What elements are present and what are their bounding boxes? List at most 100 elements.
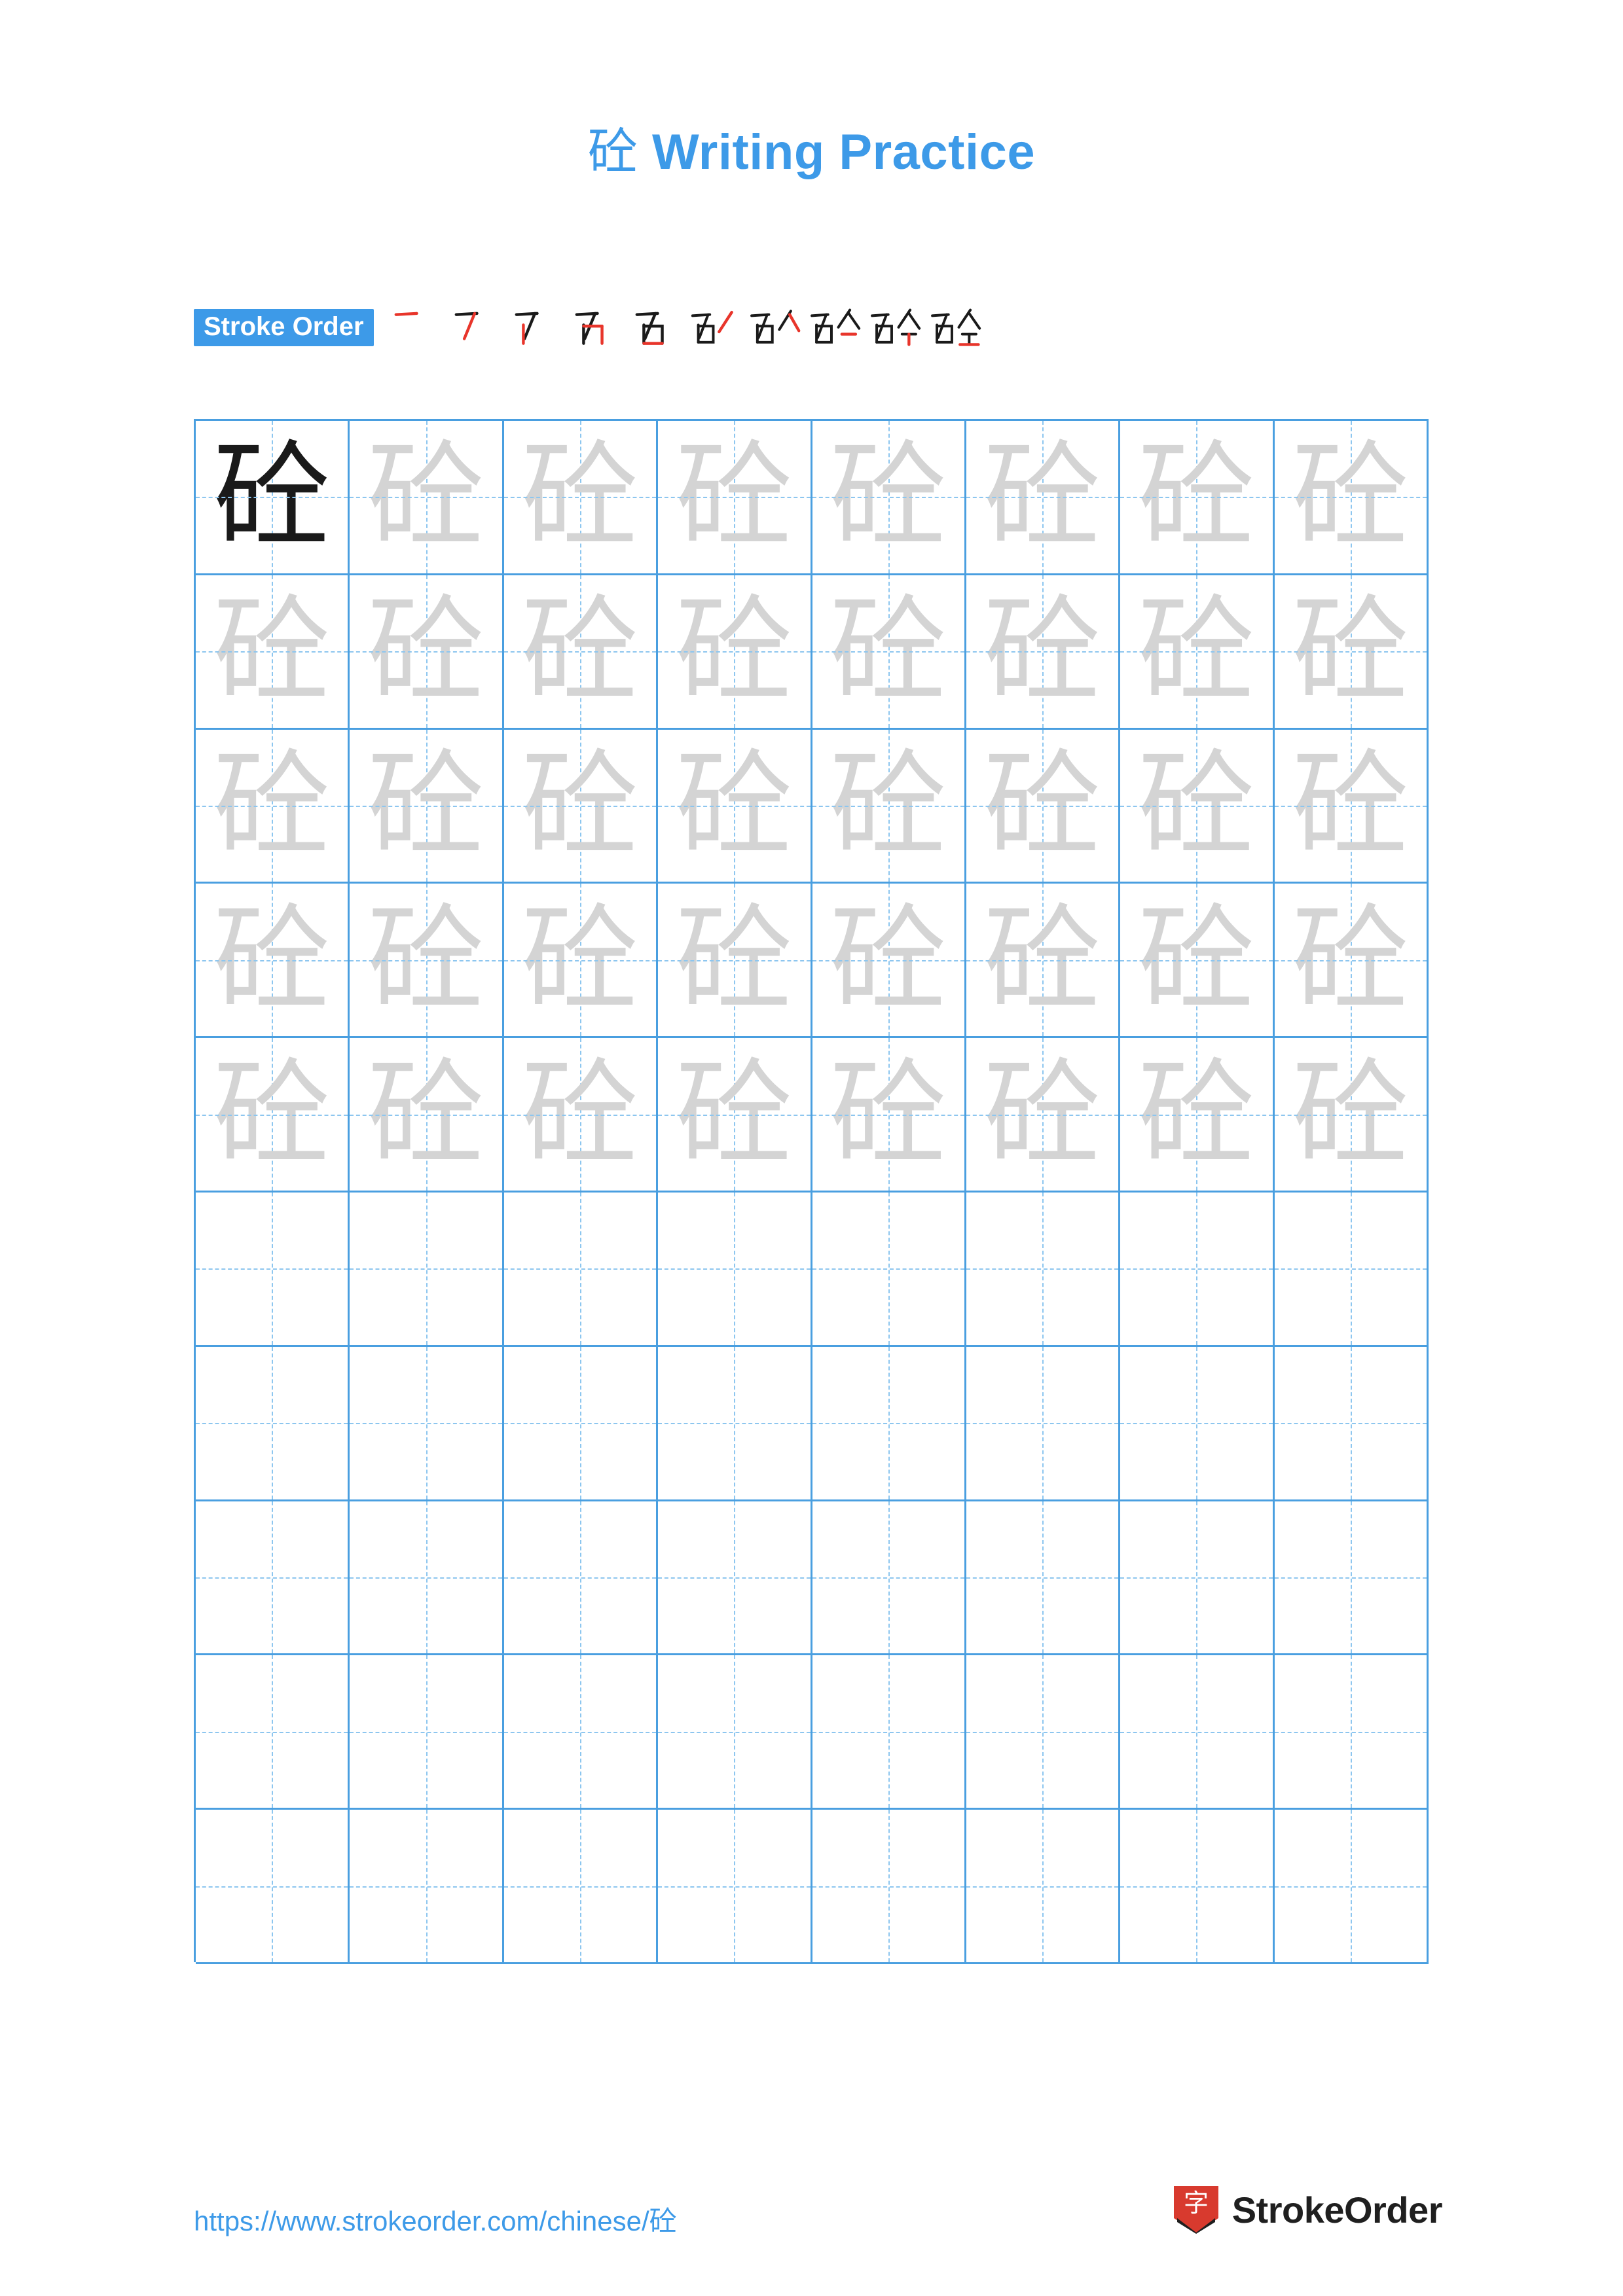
- grid-cell[interactable]: [966, 1655, 1121, 1810]
- grid-cell[interactable]: 砼: [966, 884, 1121, 1039]
- grid-cell[interactable]: 砼: [812, 884, 966, 1039]
- grid-row: 砼 砼 砼 砼 砼 砼 砼 砼: [196, 575, 1429, 730]
- grid-cell[interactable]: 砼: [503, 575, 659, 730]
- grid-cell[interactable]: 砼: [812, 421, 966, 575]
- cell-glyph: 砼: [1138, 891, 1255, 1028]
- grid-cell[interactable]: [1274, 1501, 1429, 1656]
- grid-cell[interactable]: 砼: [1120, 575, 1275, 730]
- grid-cell[interactable]: [658, 1192, 812, 1347]
- cell-glyph: 砼: [367, 1046, 484, 1182]
- grid-cell[interactable]: 砼: [503, 1038, 659, 1193]
- grid-cell[interactable]: 砼: [658, 575, 812, 730]
- grid-cell[interactable]: [812, 1810, 966, 1964]
- grid-cell[interactable]: [503, 1810, 659, 1964]
- grid-cell[interactable]: [350, 1346, 504, 1501]
- grid-cell[interactable]: 砼: [1274, 884, 1429, 1039]
- cell-glyph: 砼: [213, 1046, 331, 1182]
- cell-glyph: 砼: [1138, 583, 1255, 719]
- grid-cell[interactable]: [966, 1346, 1121, 1501]
- grid-cell[interactable]: [1274, 1346, 1429, 1501]
- grid-cell[interactable]: 砼: [196, 729, 350, 884]
- grid-cell[interactable]: 砼: [658, 421, 812, 575]
- grid-cell[interactable]: [196, 1501, 350, 1656]
- grid-cell[interactable]: 砼: [196, 884, 350, 1039]
- brand-logo-group[interactable]: 字 StrokeOrder: [1172, 2183, 1443, 2236]
- cell-glyph: 砼: [984, 583, 1101, 719]
- grid-cell[interactable]: 砼: [1274, 1038, 1429, 1193]
- grid-cell[interactable]: [350, 1655, 504, 1810]
- grid-cell[interactable]: [1274, 1192, 1429, 1347]
- grid-cell[interactable]: 砼: [658, 1038, 812, 1193]
- grid-cell[interactable]: 砼: [812, 575, 966, 730]
- cell-glyph: 砼: [367, 891, 484, 1028]
- grid-cell[interactable]: [966, 1501, 1121, 1656]
- cell-glyph: 砼: [984, 891, 1101, 1028]
- grid-cell[interactable]: [503, 1346, 659, 1501]
- cell-glyph: 砼: [521, 891, 638, 1028]
- grid-cell[interactable]: 砼: [350, 1038, 504, 1193]
- stroke-step-6-icon: [691, 310, 733, 344]
- grid-cell[interactable]: 砼: [966, 575, 1121, 730]
- grid-cell[interactable]: 砼: [196, 421, 350, 575]
- grid-row: [196, 1655, 1429, 1810]
- grid-cell[interactable]: [503, 1501, 659, 1656]
- grid-cell[interactable]: 砼: [350, 729, 504, 884]
- grid-cell[interactable]: [1274, 1655, 1429, 1810]
- footer-url[interactable]: https://www.strokeorder.com/chinese/砼: [194, 2199, 677, 2239]
- grid-cell[interactable]: [196, 1192, 350, 1347]
- cell-glyph: 砼: [830, 429, 947, 565]
- grid-row: [196, 1346, 1429, 1501]
- grid-cell[interactable]: 砼: [1274, 575, 1429, 730]
- stroke-step-5-icon: [635, 312, 664, 345]
- grid-cell[interactable]: [1120, 1810, 1275, 1964]
- grid-cell[interactable]: [196, 1655, 350, 1810]
- grid-cell[interactable]: [658, 1346, 812, 1501]
- grid-cell[interactable]: 砼: [1120, 884, 1275, 1039]
- cell-glyph: 砼: [1292, 583, 1409, 719]
- grid-cell[interactable]: 砼: [1120, 1038, 1275, 1193]
- grid-cell[interactable]: 砼: [503, 729, 659, 884]
- grid-cell[interactable]: [1120, 1346, 1275, 1501]
- grid-cell[interactable]: 砼: [658, 729, 812, 884]
- grid-cell[interactable]: 砼: [1274, 421, 1429, 575]
- grid-cell[interactable]: [1120, 1192, 1275, 1347]
- grid-cell[interactable]: 砼: [196, 575, 350, 730]
- grid-cell[interactable]: [812, 1655, 966, 1810]
- footer-url-character: 砼: [649, 2205, 677, 2237]
- grid-cell[interactable]: [350, 1810, 504, 1964]
- grid-cell[interactable]: [196, 1346, 350, 1501]
- grid-cell[interactable]: [812, 1501, 966, 1656]
- grid-cell[interactable]: 砼: [350, 421, 504, 575]
- grid-cell[interactable]: [658, 1655, 812, 1810]
- grid-cell[interactable]: 砼: [812, 1038, 966, 1193]
- grid-cell[interactable]: [1120, 1501, 1275, 1656]
- grid-cell[interactable]: 砼: [1120, 729, 1275, 884]
- grid-cell[interactable]: 砼: [812, 729, 966, 884]
- grid-cell[interactable]: [658, 1810, 812, 1964]
- grid-cell[interactable]: 砼: [503, 884, 659, 1039]
- grid-cell[interactable]: 砼: [503, 421, 659, 575]
- grid-cell[interactable]: 砼: [350, 884, 504, 1039]
- grid-cell[interactable]: 砼: [966, 421, 1121, 575]
- grid-cell[interactable]: 砼: [1274, 729, 1429, 884]
- grid-cell[interactable]: [966, 1810, 1121, 1964]
- grid-cell[interactable]: [812, 1192, 966, 1347]
- grid-cell[interactable]: [1274, 1810, 1429, 1964]
- grid-cell[interactable]: [350, 1192, 504, 1347]
- grid-cell[interactable]: [350, 1501, 504, 1656]
- grid-cell[interactable]: [812, 1346, 966, 1501]
- grid-cell[interactable]: [1120, 1655, 1275, 1810]
- grid-cell[interactable]: 砼: [658, 884, 812, 1039]
- grid-cell[interactable]: [966, 1192, 1121, 1347]
- grid-cell[interactable]: [503, 1655, 659, 1810]
- grid-cell[interactable]: [503, 1192, 659, 1347]
- grid-cell[interactable]: 砼: [196, 1038, 350, 1193]
- grid-cell[interactable]: 砼: [350, 575, 504, 730]
- stroke-step-5: [627, 298, 684, 356]
- grid-cell[interactable]: [658, 1501, 812, 1656]
- grid-cell[interactable]: [196, 1810, 350, 1964]
- stroke-step-7: [747, 298, 805, 356]
- grid-cell[interactable]: 砼: [966, 729, 1121, 884]
- grid-cell[interactable]: 砼: [1120, 421, 1275, 575]
- grid-cell[interactable]: 砼: [966, 1038, 1121, 1193]
